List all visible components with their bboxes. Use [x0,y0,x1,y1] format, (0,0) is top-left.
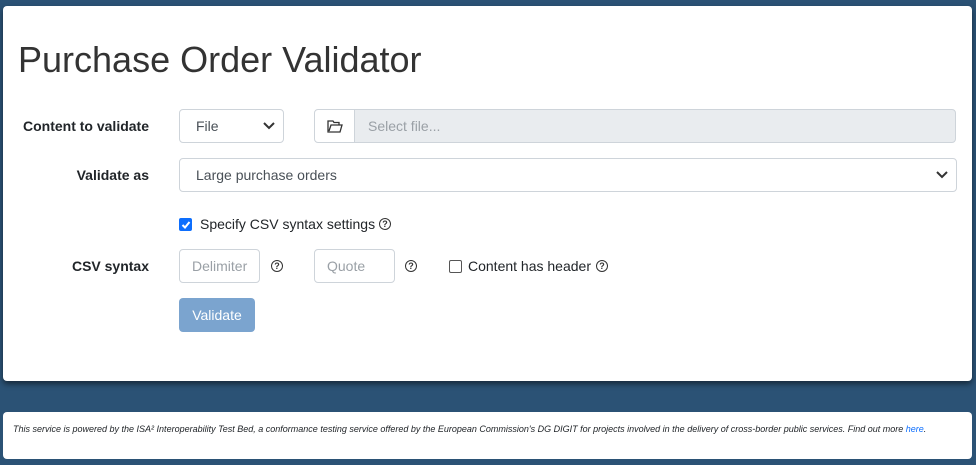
validate-button[interactable]: Validate [179,298,255,332]
question-circle-icon[interactable]: ? [271,260,283,272]
page-title: Purchase Order Validator [18,39,422,80]
content-has-header-checkbox[interactable] [449,260,462,273]
question-circle-icon[interactable]: ? [379,218,391,230]
chevron-down-icon [263,110,275,131]
footer-description: This service is powered by the ISA² Inte… [13,424,906,434]
validation-type-value: Large purchase orders [196,167,337,183]
footer-end: . [923,424,927,434]
browse-file-button[interactable] [314,109,355,143]
quote-input[interactable]: Quote [314,249,395,283]
chevron-down-icon [936,159,948,180]
content-type-value: File [196,118,219,134]
validator-card: Purchase Order Validator Content to vali… [3,6,972,381]
content-has-header-label: Content has header [468,258,591,274]
csv-settings-label: Specify CSV syntax settings [200,216,376,232]
footer-text: This service is powered by the ISA² Inte… [13,422,961,436]
validate-as-label: Validate as [76,167,149,183]
check-icon [181,221,191,229]
question-circle-icon[interactable]: ? [405,260,417,272]
csv-syntax-label: CSV syntax [71,258,149,274]
validation-type-select[interactable]: Large purchase orders [179,158,957,192]
footer: This service is powered by the ISA² Inte… [3,412,972,459]
content-type-select[interactable]: File [179,109,284,143]
question-circle-icon[interactable]: ? [596,260,608,272]
footer-link-here[interactable]: here [906,424,924,434]
delimiter-input[interactable]: Delimiter [179,249,260,283]
folder-open-icon [327,120,343,133]
content-to-validate-label: Content to validate [22,118,149,134]
file-path-field[interactable]: Select file... [354,109,956,143]
csv-settings-checkbox[interactable] [179,218,192,231]
